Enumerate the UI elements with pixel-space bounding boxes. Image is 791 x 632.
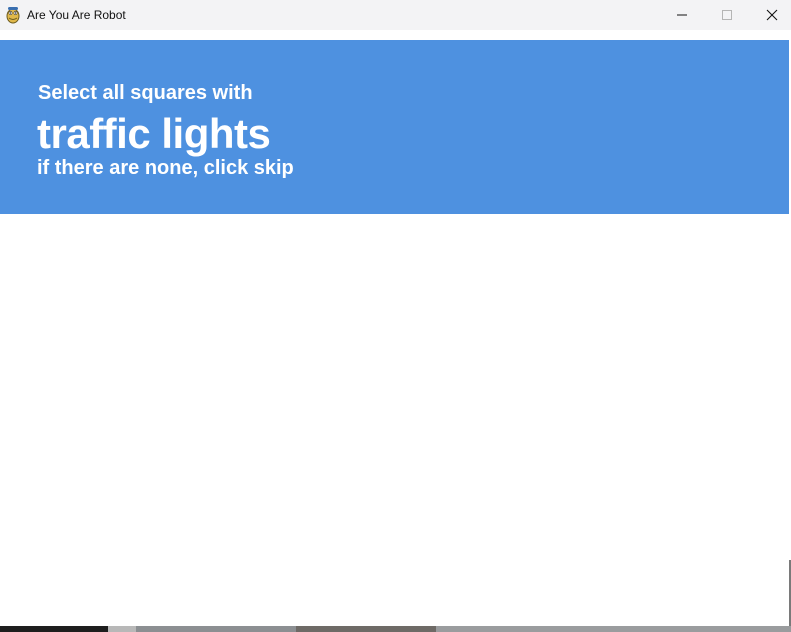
tile-edge — [436, 626, 791, 632]
maximize-icon — [721, 9, 733, 21]
python-snake-icon — [5, 6, 21, 24]
tile-edge — [108, 626, 136, 632]
close-button[interactable] — [749, 0, 791, 30]
maximize-button[interactable] — [704, 0, 750, 30]
image-grid-strip — [0, 626, 791, 632]
app-window: Are You Are Robot Select all squares wit… — [0, 0, 791, 632]
challenge-prompt: Select all squares with — [38, 82, 253, 104]
window-title: Are You Are Robot — [27, 8, 126, 22]
minimize-button[interactable] — [659, 0, 705, 30]
challenge-banner: Select all squares with traffic lights i… — [0, 40, 789, 214]
minimize-icon — [676, 9, 688, 21]
skip-hint: if there are none, click skip — [37, 157, 294, 179]
tile-edge — [296, 626, 436, 632]
tile-edge — [0, 626, 108, 632]
challenge-target: traffic lights — [37, 110, 271, 157]
close-icon — [766, 9, 778, 21]
title-bar[interactable]: Are You Are Robot — [0, 0, 791, 30]
tile-edge — [136, 626, 296, 632]
